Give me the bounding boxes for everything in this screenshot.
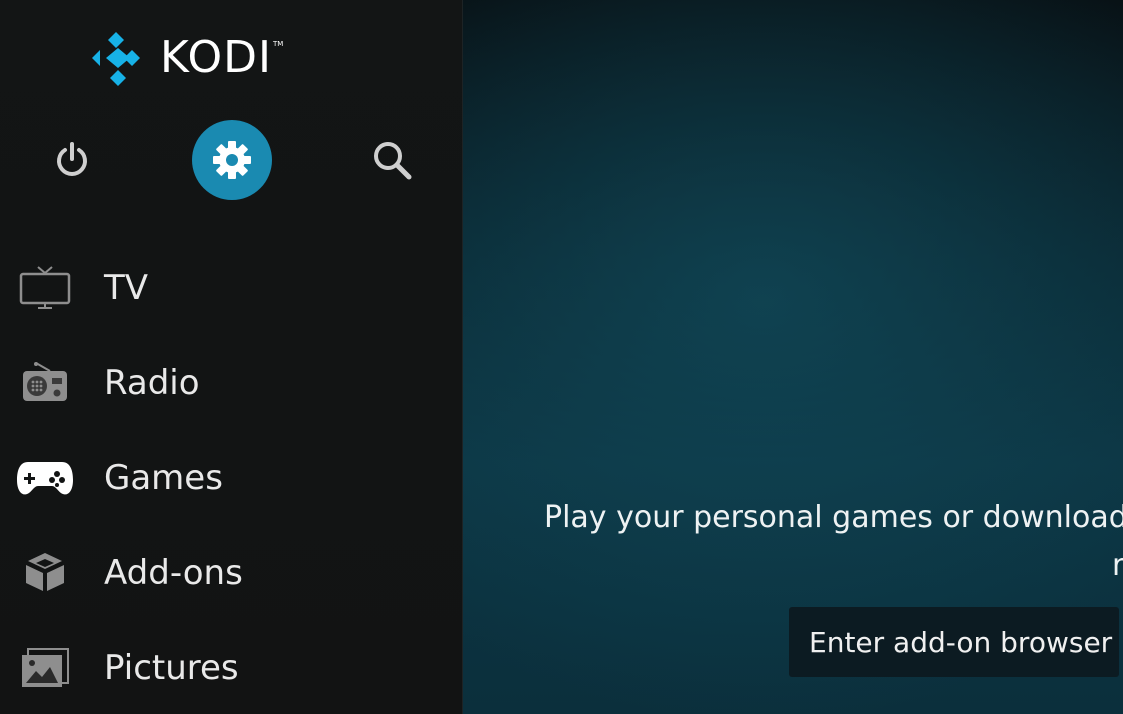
kodi-logo-text: KODI <box>160 32 272 83</box>
picture-icon <box>16 643 74 693</box>
trademark-mark: TM <box>272 40 284 48</box>
enter-addon-browser-button[interactable]: Enter add-on browser <box>789 607 1119 677</box>
gamepad-icon <box>16 453 74 503</box>
search-button[interactable] <box>352 120 432 200</box>
kodi-logo: KODI TM <box>92 30 283 86</box>
gear-icon <box>213 141 251 179</box>
menu-item-add-ons[interactable]: Add-ons <box>0 525 462 620</box>
radio-icon <box>16 358 74 408</box>
menu-item-tv[interactable]: TV <box>0 240 462 335</box>
box-icon <box>16 548 74 598</box>
kodi-home-screen: KODI TM TV Radio Games Add-ons Pictures … <box>0 0 1123 714</box>
sidebar: KODI TM TV Radio Games Add-ons Pictures <box>0 0 463 714</box>
promo-text: Play your personal games or download <box>544 500 1123 535</box>
kodi-logo-icon <box>92 32 140 86</box>
menu-item-pictures[interactable]: Pictures <box>0 620 462 714</box>
main-content: Play your personal games or download r E… <box>463 0 1123 714</box>
settings-button[interactable] <box>192 120 272 200</box>
menu-item-radio[interactable]: Radio <box>0 335 462 430</box>
power-button[interactable] <box>32 120 112 200</box>
menu-item-label: Pictures <box>104 647 239 688</box>
menu-item-label: Add-ons <box>104 552 243 593</box>
menu-item-games[interactable]: Games <box>0 430 462 525</box>
power-icon <box>57 142 87 176</box>
search-icon <box>374 142 412 180</box>
promo-text-continuation: r <box>1112 548 1123 583</box>
menu-item-label: Games <box>104 457 223 498</box>
tv-icon <box>16 263 74 313</box>
menu-item-label: TV <box>104 267 149 308</box>
menu-item-label: Radio <box>104 362 200 403</box>
